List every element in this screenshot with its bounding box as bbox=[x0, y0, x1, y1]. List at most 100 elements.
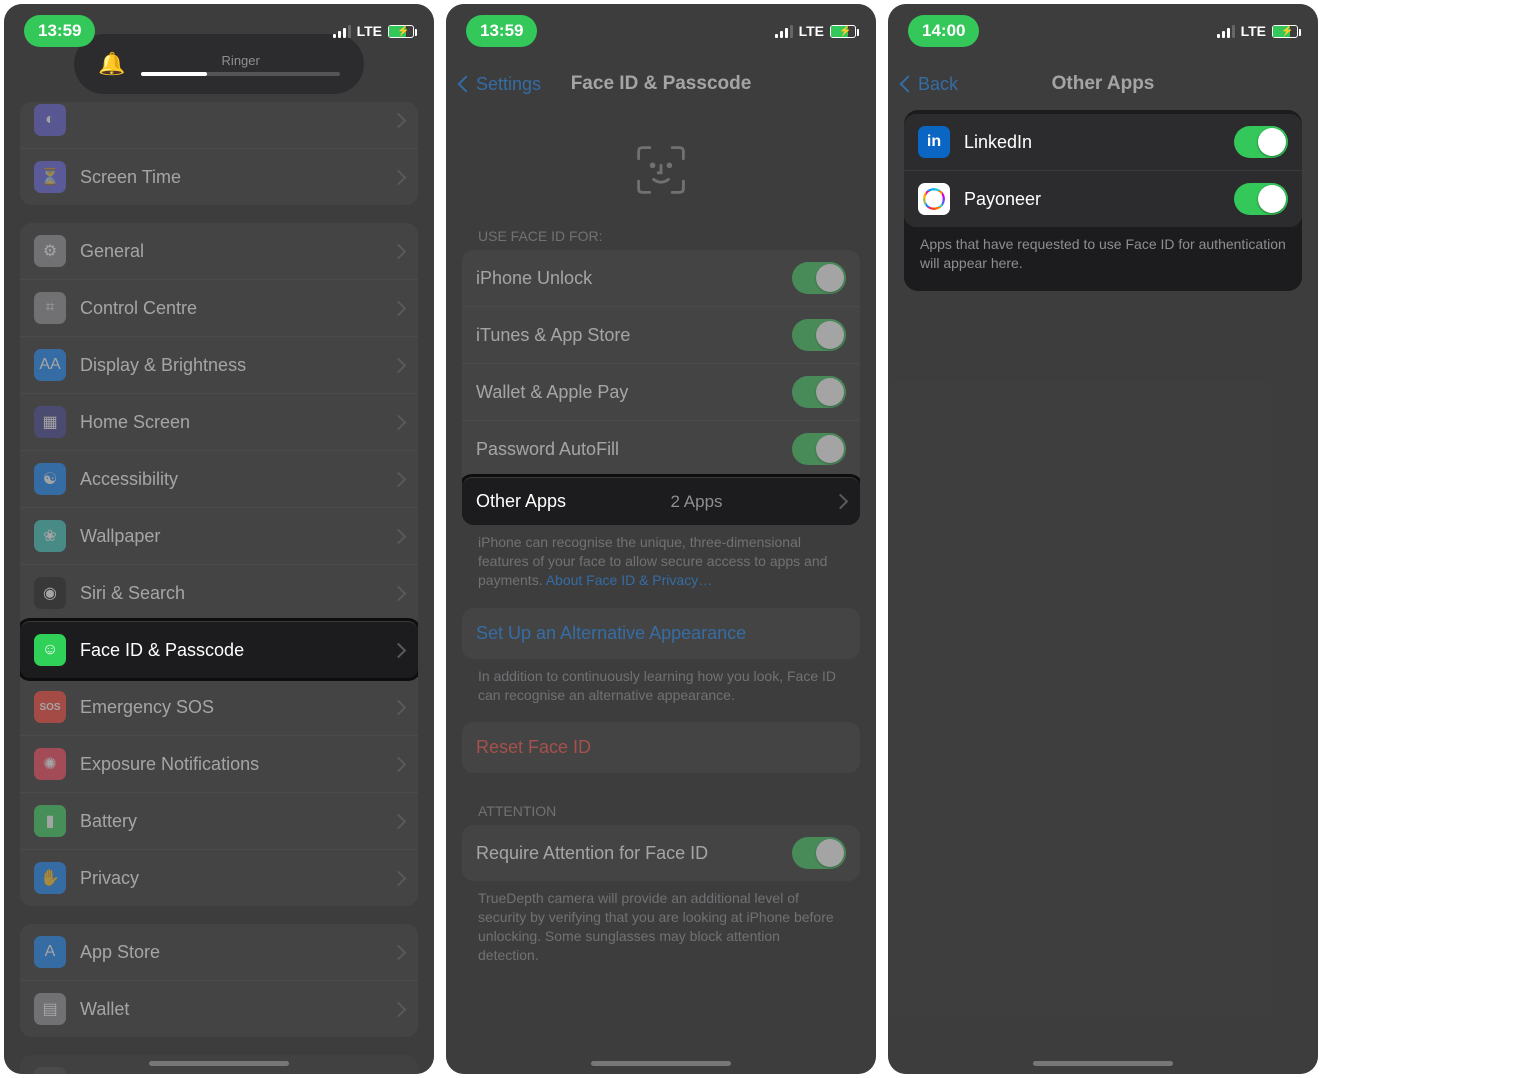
row-label: Wallpaper bbox=[80, 526, 160, 547]
row-other-apps[interactable]: Other Apps 2 Apps bbox=[462, 477, 860, 525]
row-screen-time[interactable]: ⏳ Screen Time bbox=[20, 148, 418, 205]
switch[interactable] bbox=[792, 262, 846, 294]
row-label: Require Attention for Face ID bbox=[476, 843, 708, 864]
faceid-content[interactable]: USE FACE ID FOR: iPhone Unlock iTunes & … bbox=[446, 210, 876, 965]
toggle-autofill[interactable]: Password AutoFill bbox=[462, 420, 860, 477]
page-title: Other Apps bbox=[1052, 73, 1155, 95]
back-button[interactable]: Back bbox=[902, 74, 958, 95]
flower-icon: ❀ bbox=[34, 520, 66, 552]
about-faceid-link[interactable]: About Face ID & Privacy… bbox=[546, 572, 713, 588]
settings-group-focus: ◐ Focus ⏳ Screen Time bbox=[20, 102, 418, 205]
other-apps-highlight: in LinkedIn Payoneer Apps that have requ… bbox=[904, 110, 1302, 291]
home-indicator[interactable] bbox=[149, 1061, 289, 1066]
toggle-require-attention[interactable]: Require Attention for Face ID bbox=[462, 825, 860, 881]
home-indicator[interactable] bbox=[591, 1061, 731, 1066]
row-label: Accessibility bbox=[80, 469, 178, 490]
gear-icon: ⚙ bbox=[34, 235, 66, 267]
network-label: LTE bbox=[1241, 23, 1266, 39]
row-display[interactable]: AADisplay & Brightness bbox=[20, 336, 418, 393]
setup-alt-appearance-button[interactable]: Set Up an Alternative Appearance bbox=[462, 608, 860, 659]
exposure-icon: ✺ bbox=[34, 748, 66, 780]
row-wallpaper[interactable]: ❀ Wallpaper bbox=[20, 507, 418, 564]
time-pill: 13:59 bbox=[24, 15, 95, 47]
grid-icon: ▦ bbox=[34, 406, 66, 438]
switch[interactable] bbox=[792, 319, 846, 351]
home-indicator[interactable] bbox=[1033, 1061, 1173, 1066]
row-label: iTunes & App Store bbox=[476, 325, 630, 346]
chevron-right-icon bbox=[393, 110, 404, 131]
settings-scroll[interactable]: ◐ Focus ⏳ Screen Time ⚙ General ⌗ Control … bbox=[4, 102, 434, 1074]
row-label: App Store bbox=[80, 942, 160, 963]
row-privacy[interactable]: ✋Privacy bbox=[20, 849, 418, 906]
toggle-wallet[interactable]: Wallet & Apple Pay bbox=[462, 363, 860, 420]
chevron-right-icon bbox=[393, 640, 404, 661]
row-general[interactable]: ⚙ General bbox=[20, 223, 418, 279]
status-right: LTE ⚡ bbox=[1217, 23, 1298, 39]
row-focus[interactable]: ◐ Focus bbox=[20, 102, 418, 148]
footer-text: Apps that have requested to use Face ID … bbox=[904, 227, 1302, 287]
focus-icon: ◐ bbox=[34, 104, 66, 136]
row-label: General bbox=[80, 241, 144, 262]
toggle-itunes[interactable]: iTunes & App Store bbox=[462, 306, 860, 363]
row-label: Other Apps bbox=[476, 491, 566, 512]
cellular-signal-icon bbox=[775, 25, 793, 38]
row-label: Emergency SOS bbox=[80, 697, 214, 718]
row-label: Home Screen bbox=[80, 412, 190, 433]
cellular-signal-icon bbox=[1217, 25, 1235, 38]
footer-text: iPhone can recognise the unique, three-d… bbox=[462, 525, 860, 590]
accessibility-icon: ☯ bbox=[34, 463, 66, 495]
text-size-icon: AA bbox=[34, 349, 66, 381]
toggle-iphone-unlock[interactable]: iPhone Unlock bbox=[462, 250, 860, 306]
screen-settings-list: 13:59 LTE ⚡ 🔔 Ringer ◐ Focus ⏳ Screen Ti… bbox=[4, 4, 434, 1074]
status-bar: 13:59 LTE ⚡ bbox=[4, 4, 434, 58]
nav-bar: Back Other Apps bbox=[888, 58, 1318, 110]
switch[interactable] bbox=[792, 433, 846, 465]
ringer-slider[interactable] bbox=[141, 72, 340, 76]
row-home-screen[interactable]: ▦ Home Screen bbox=[20, 393, 418, 450]
chevron-right-icon bbox=[393, 811, 404, 832]
section-header: USE FACE ID FOR: bbox=[462, 210, 860, 250]
attention-group: Require Attention for Face ID bbox=[462, 825, 860, 881]
switch[interactable] bbox=[1234, 183, 1288, 215]
reset-faceid-button[interactable]: Reset Face ID bbox=[462, 722, 860, 773]
back-button[interactable]: Settings bbox=[460, 74, 541, 95]
nav-bar: Settings Face ID & Passcode bbox=[446, 58, 876, 110]
row-battery[interactable]: ▮Battery bbox=[20, 792, 418, 849]
toggle-linkedin[interactable]: in LinkedIn bbox=[904, 114, 1302, 170]
switch[interactable] bbox=[1234, 126, 1288, 158]
chevron-right-icon bbox=[393, 167, 404, 188]
row-accessibility[interactable]: ☯ Accessibility bbox=[20, 450, 418, 507]
row-label: Password AutoFill bbox=[476, 439, 619, 460]
toggle-payoneer[interactable]: Payoneer bbox=[904, 170, 1302, 227]
chevron-right-icon bbox=[393, 526, 404, 547]
row-wallet[interactable]: ▤Wallet bbox=[20, 980, 418, 1037]
footer-text: In addition to continuously learning how… bbox=[462, 659, 860, 705]
other-apps-group: in LinkedIn Payoneer bbox=[904, 114, 1302, 227]
linkedin-icon: in bbox=[918, 126, 950, 158]
switches-icon: ⌗ bbox=[34, 292, 66, 324]
back-label: Settings bbox=[476, 74, 541, 95]
battery-icon: ⚡ bbox=[388, 25, 414, 38]
chevron-right-icon bbox=[393, 355, 404, 376]
row-app-store[interactable]: AApp Store bbox=[20, 924, 418, 980]
faceid-toggles-group: iPhone Unlock iTunes & App Store Wallet … bbox=[462, 250, 860, 525]
row-label: Control Centre bbox=[80, 298, 197, 319]
other-apps-content[interactable]: in LinkedIn Payoneer Apps that have requ… bbox=[888, 110, 1318, 291]
row-face-id-passcode[interactable]: ☺Face ID & Passcode bbox=[20, 621, 418, 678]
row-emergency-sos[interactable]: SOS Emergency SOS bbox=[20, 678, 418, 735]
row-siri[interactable]: ◉Siri & Search bbox=[20, 564, 418, 621]
hourglass-icon: ⏳ bbox=[34, 161, 66, 193]
placeholder-icon bbox=[34, 1067, 66, 1074]
row-exposure[interactable]: ✺Exposure Notifications bbox=[20, 735, 418, 792]
switch[interactable] bbox=[792, 376, 846, 408]
chevron-right-icon bbox=[393, 469, 404, 490]
faceid-icon: ☺ bbox=[34, 634, 66, 666]
time-pill: 13:59 bbox=[466, 15, 537, 47]
switch[interactable] bbox=[792, 837, 846, 869]
sos-icon: SOS bbox=[34, 691, 66, 723]
network-label: LTE bbox=[357, 23, 382, 39]
row-control-centre[interactable]: ⌗ Control Centre bbox=[20, 279, 418, 336]
row-detail: 2 Apps bbox=[671, 492, 723, 512]
chevron-right-icon bbox=[393, 583, 404, 604]
back-label: Back bbox=[918, 74, 958, 95]
